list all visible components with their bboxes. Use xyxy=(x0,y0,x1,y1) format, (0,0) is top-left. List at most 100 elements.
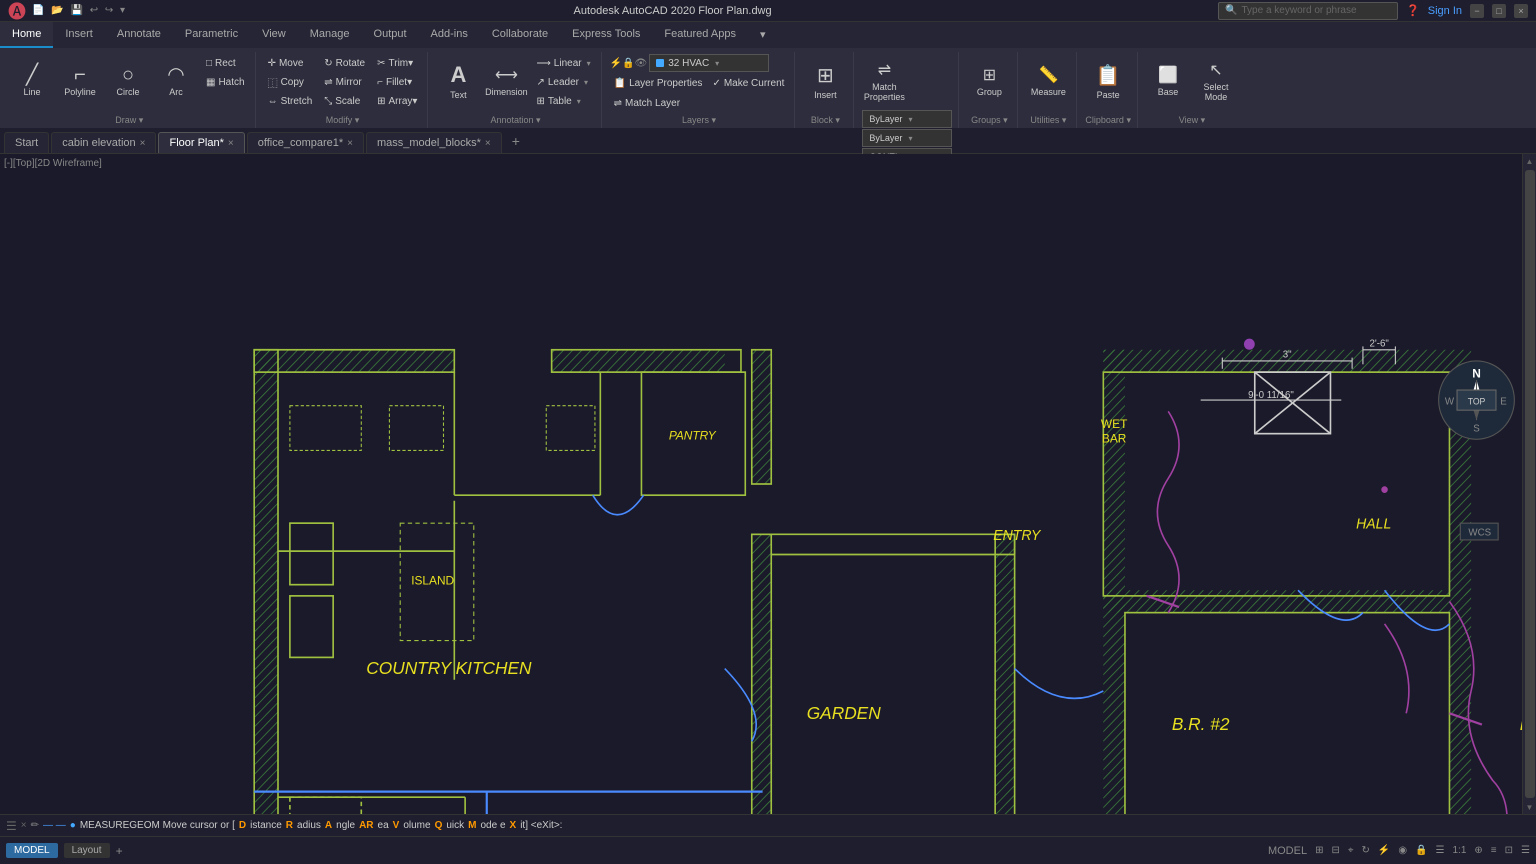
search-bar[interactable]: 🔍 Type a keyword or phrase xyxy=(1218,2,1398,20)
match-prop-icon: ⇌ xyxy=(878,60,891,80)
viewport-label: [-][Top][2D Wireframe] xyxy=(4,158,102,169)
draw-polyline-btn[interactable]: ⌐ Polyline xyxy=(58,54,102,108)
save-icon[interactable]: 💾 xyxy=(68,5,84,16)
array-btn[interactable]: ⊞Array▾ xyxy=(373,92,421,110)
scroll-down-btn[interactable]: ▼ xyxy=(1523,800,1536,814)
lineweight-icon[interactable]: ☰ xyxy=(1436,845,1445,856)
sign-in-btn[interactable]: Sign In xyxy=(1428,5,1462,17)
fillet-btn[interactable]: ⌐Fillet▾ xyxy=(373,73,421,91)
add-tab-btn[interactable]: + xyxy=(504,129,528,153)
group-utilities: 📏 Measure Utilities ▾ xyxy=(1020,52,1077,128)
draw-circle-btn[interactable]: ○ Circle xyxy=(106,54,150,108)
linetype-dropdown[interactable]: ByLayer ▾ xyxy=(862,129,952,147)
qa-dropdown[interactable]: ▾ xyxy=(118,5,127,16)
layer-properties-btn[interactable]: 📋Layer Properties xyxy=(610,74,707,92)
scale-btn[interactable]: ⤡Scale xyxy=(320,92,369,110)
tab-home[interactable]: Home xyxy=(0,22,53,48)
tab-output[interactable]: Output xyxy=(362,22,419,48)
tab-view[interactable]: View xyxy=(250,22,298,48)
group-btn[interactable]: ⊞ Group xyxy=(967,54,1011,108)
office-close[interactable]: × xyxy=(347,138,353,149)
ui-icon[interactable]: ☰ xyxy=(1521,845,1530,856)
grid-icon[interactable]: ⊞ xyxy=(1315,845,1323,856)
base-btn[interactable]: ⬜ Base xyxy=(1146,54,1190,108)
zoom-in-btn[interactable]: ⊕ xyxy=(1474,845,1482,856)
polar-icon[interactable]: ↻ xyxy=(1362,845,1370,856)
tab-collaborate[interactable]: Collaborate xyxy=(480,22,560,48)
mirror-btn[interactable]: ⇌Mirror xyxy=(320,73,369,91)
tab-manage[interactable]: Manage xyxy=(298,22,362,48)
undo-icon[interactable]: ↩ xyxy=(88,5,100,16)
tab-featured[interactable]: Featured Apps xyxy=(652,22,748,48)
insert-btn[interactable]: ⊞ Insert xyxy=(803,54,847,108)
match-properties-btn[interactable]: ⇌ Match Properties xyxy=(862,54,906,108)
anno-scale-icon[interactable]: ≡ xyxy=(1491,845,1497,856)
text-btn[interactable]: A Text xyxy=(436,54,480,108)
close-btn[interactable]: × xyxy=(1514,4,1528,18)
tab-start[interactable]: Start xyxy=(4,132,49,153)
osnap-icon[interactable]: ⚡ xyxy=(1378,845,1390,856)
layer-dropdown[interactable]: 32 HVAC ▾ xyxy=(649,54,769,72)
tab-annotate[interactable]: Annotate xyxy=(105,22,173,48)
draw-rect-btn[interactable]: □Rect xyxy=(202,54,249,72)
add-layout-btn[interactable]: + xyxy=(116,844,123,858)
measure-btn[interactable]: 📏 Measure xyxy=(1026,54,1070,108)
copy-btn[interactable]: ⿰Copy xyxy=(264,73,317,91)
dimension-btn[interactable]: ⟷ Dimension xyxy=(484,54,528,108)
ducs-icon[interactable]: 🔒 xyxy=(1415,845,1427,856)
cabin-close[interactable]: × xyxy=(140,138,146,149)
tab-parametric[interactable]: Parametric xyxy=(173,22,250,48)
select-mode-btn[interactable]: ↖ Select Mode xyxy=(1194,54,1238,108)
draw-line-btn[interactable]: ╱ Line xyxy=(10,54,54,108)
dimension-label: Dimension xyxy=(485,87,528,97)
ws-icon[interactable]: ⊡ xyxy=(1505,845,1513,856)
tab-office[interactable]: office_compare1* × xyxy=(247,132,364,153)
cmd-pencil-icon: ✏ xyxy=(31,820,39,831)
cmd-close-btn[interactable]: × xyxy=(21,820,27,831)
layout-tab[interactable]: Layout xyxy=(64,843,110,858)
scroll-thumb[interactable] xyxy=(1525,170,1535,798)
svg-text:GARDEN: GARDEN xyxy=(807,703,881,723)
snap-icon[interactable]: ⊟ xyxy=(1331,845,1339,856)
tab-insert[interactable]: Insert xyxy=(53,22,105,48)
main-area: [-][Top][2D Wireframe] xyxy=(0,154,1536,814)
scroll-up-btn[interactable]: ▲ xyxy=(1523,154,1536,168)
rotate-btn[interactable]: ↻Rotate xyxy=(320,54,369,72)
linear-btn[interactable]: ⟶Linear▾ xyxy=(532,54,594,72)
block-group-label: Block ▾ xyxy=(803,115,847,128)
ortho-icon[interactable]: ⌖ xyxy=(1348,845,1354,856)
help-icon[interactable]: ❓ xyxy=(1406,4,1420,17)
tab-addins[interactable]: Add-ins xyxy=(419,22,480,48)
tab-cabin[interactable]: cabin elevation × xyxy=(51,132,156,153)
tab-more[interactable]: ▾ xyxy=(748,22,778,48)
color-dropdown[interactable]: ByLayer ▾ xyxy=(862,110,952,128)
tab-mass[interactable]: mass_model_blocks* × xyxy=(366,132,502,153)
otrack-icon[interactable]: ◉ xyxy=(1398,845,1407,856)
cmd-menu-icon[interactable]: ☰ xyxy=(6,819,17,833)
model-icon[interactable]: MODEL xyxy=(1268,845,1307,857)
model-tab[interactable]: MODEL xyxy=(6,843,58,858)
redo-icon[interactable]: ↪ xyxy=(103,5,115,16)
cabin-label: cabin elevation xyxy=(62,137,135,149)
floorplan-close[interactable]: × xyxy=(228,138,234,149)
cmd-prompt: — — xyxy=(43,820,66,831)
open-icon[interactable]: 📂 xyxy=(49,5,65,16)
modify-col3: ✂Trim▾ ⌐Fillet▾ ⊞Array▾ xyxy=(373,54,421,110)
tab-express[interactable]: Express Tools xyxy=(560,22,652,48)
match-layer-btn[interactable]: ⇌Match Layer xyxy=(610,94,684,112)
stretch-btn[interactable]: ⇔Stretch xyxy=(264,92,317,110)
minimize-btn[interactable]: − xyxy=(1470,4,1484,18)
tab-floorplan[interactable]: Floor Plan* × xyxy=(158,132,244,153)
draw-arc-btn[interactable]: ◠ Arc xyxy=(154,54,198,108)
move-btn[interactable]: ✛Move xyxy=(264,54,317,72)
trim-btn[interactable]: ✂Trim▾ xyxy=(373,54,421,72)
draw-hatch-btn[interactable]: ▦Hatch xyxy=(202,73,249,91)
leader-btn[interactable]: ↗Leader▾ xyxy=(532,73,594,91)
table-btn[interactable]: ⊞Table▾ xyxy=(532,92,594,110)
mass-close[interactable]: × xyxy=(485,138,491,149)
new-icon[interactable]: 📄 xyxy=(30,5,46,16)
maximize-btn[interactable]: □ xyxy=(1492,4,1506,18)
make-current-btn[interactable]: ✓Make Current xyxy=(708,74,788,92)
paste-btn[interactable]: 📋 Paste xyxy=(1086,54,1130,108)
canvas-area[interactable]: [-][Top][2D Wireframe] xyxy=(0,154,1536,814)
